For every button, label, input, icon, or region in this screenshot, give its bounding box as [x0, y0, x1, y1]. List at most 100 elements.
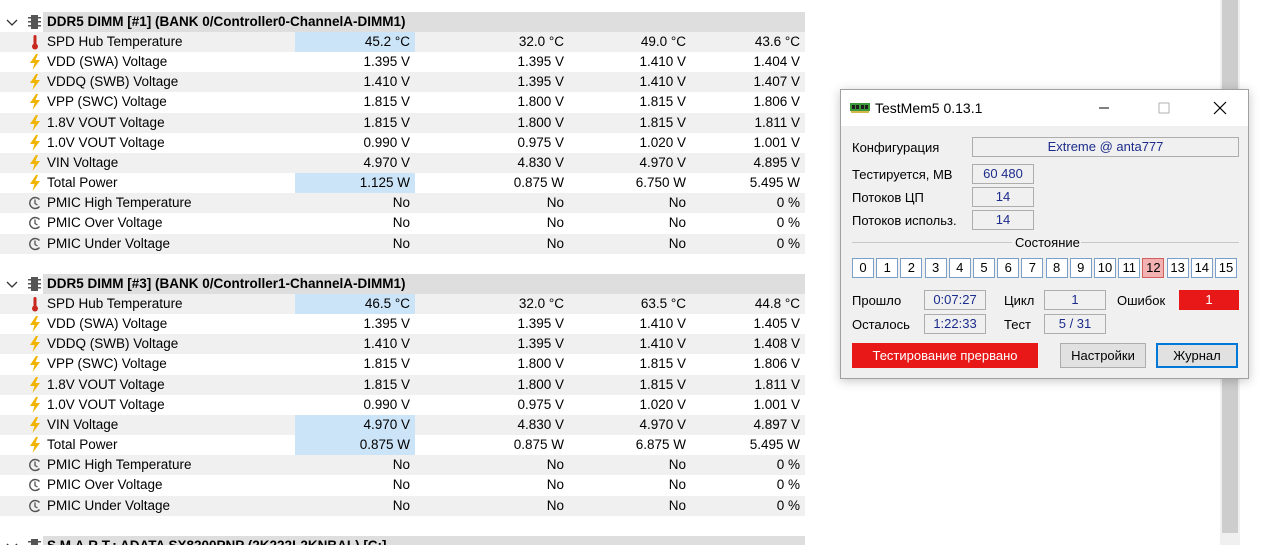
sensor-row[interactable]: Total Power 0.875 W 0.875 W 6.875 W 5.495 W [0, 435, 805, 456]
sensor-row[interactable]: PMIC High Temperature No No No 0 % [0, 193, 805, 214]
sensor-group-title: DDR5 DIMM [#3] (BANK 0/Controller1-Chann… [47, 276, 406, 291]
sensor-row[interactable]: PMIC Over Voltage No No No 0 % [0, 475, 805, 495]
test-cell: 12 [1142, 258, 1165, 278]
sensor-value: 0.975 V [517, 396, 564, 412]
sensor-row[interactable]: VDDQ (SWB) Voltage 1.410 V 1.395 V 1.410 V 1… [0, 72, 805, 93]
sensor-value: 1.800 V [517, 94, 564, 110]
lightning-icon [28, 316, 42, 333]
test-cell: 1 [876, 258, 899, 278]
memory-chip-icon [28, 15, 41, 29]
clock-icon [28, 195, 42, 211]
tested-mb-value: 60 480 [972, 164, 1034, 184]
sensor-value: 1.800 V [517, 356, 564, 372]
sensor-value: No [546, 215, 564, 231]
sensor-value: No [546, 497, 564, 513]
sensor-label: Total Power [47, 175, 118, 191]
sensor-value: No [546, 477, 564, 493]
test-value: 5 / 31 [1044, 314, 1106, 334]
sensor-group-header[interactable]: DDR5 DIMM [#1] (BANK 0/Controller0-Chann… [0, 12, 805, 32]
sensor-value: 44.8 °C [754, 296, 800, 311]
sensor-row[interactable]: VDD (SWA) Voltage 1.395 V 1.395 V 1.410 V 1.… [0, 314, 805, 334]
test-label: Тест [1004, 317, 1031, 332]
sensor-row[interactable]: 1.8V VOUT Voltage 1.815 V 1.800 V 1.815 V 1.… [0, 112, 805, 133]
sensor-value: 1.395 V [517, 54, 564, 70]
test-cell: 4 [948, 258, 971, 278]
errors-label: Ошибок [1117, 293, 1166, 308]
sensor-value: 1.815 V [363, 356, 410, 372]
test-cell: 8 [1045, 258, 1068, 278]
sensor-row[interactable]: SPD Hub Temperature 45.2 °C 32.0 °C 49.0 °C… [0, 32, 805, 52]
sensor-value: 1.806 V [753, 94, 800, 110]
maximize-icon [1158, 102, 1170, 114]
clock-icon [28, 236, 42, 252]
sensor-value: 0.990 V [363, 396, 410, 412]
test-cell: 3 [924, 258, 947, 278]
sensor-row[interactable]: SPD Hub Temperature 46.5 °C 32.0 °C 63.5 °C… [0, 294, 805, 314]
sensor-value: 4.895 V [753, 154, 800, 170]
sensor-label: PMIC High Temperature [47, 195, 192, 211]
lightning-icon [28, 175, 42, 192]
sensor-row[interactable]: VDD (SWA) Voltage 1.395 V 1.395 V 1.410 V 1.… [0, 52, 805, 72]
test-cell: 5 [973, 258, 995, 278]
sensor-value: 0.990 V [363, 134, 410, 150]
sensor-row[interactable]: PMIC Under Voltage No No No 0 % [0, 233, 805, 254]
sensor-group-header[interactable]: S.M.A.R.T.: ADATA SX8200PNP (2K222L2KNBA… [0, 536, 805, 545]
cycle-label: Цикл [1004, 293, 1035, 308]
sensor-value: 1.001 V [753, 396, 800, 412]
chevron-down-icon[interactable] [4, 14, 20, 30]
remaining-label: Осталось [852, 317, 910, 332]
sensor-value: 0.875 W [295, 435, 415, 456]
sensor-row[interactable]: VIN Voltage 4.970 V 4.830 V 4.970 V 4.895 V [0, 152, 805, 173]
thermometer-icon [28, 296, 42, 312]
sensor-value: 0 % [776, 235, 800, 251]
chevron-down-icon[interactable] [4, 276, 20, 292]
sensor-value: 5.495 W [749, 437, 800, 453]
sensor-value: 1.125 W [295, 173, 415, 194]
chevron-down-icon[interactable] [4, 538, 20, 545]
sensor-group-header[interactable]: DDR5 DIMM [#3] (BANK 0/Controller1-Chann… [0, 274, 805, 294]
settings-button[interactable]: Настройки [1060, 343, 1146, 368]
test-cell: 14 [1190, 258, 1213, 278]
remaining-value: 1:22:33 [924, 314, 986, 334]
sensor-value: 0.975 V [517, 134, 564, 150]
sensor-label: VIN Voltage [47, 416, 119, 432]
sensor-row[interactable]: VPP (SWC) Voltage 1.815 V 1.800 V 1.815 V 1.… [0, 354, 805, 374]
sensor-value: 1.815 V [639, 94, 686, 110]
sensor-row[interactable]: 1.0V VOUT Voltage 0.990 V 0.975 V 1.020 V 1.… [0, 395, 805, 415]
sensor-row[interactable]: PMIC Under Voltage No No No 0 % [0, 495, 805, 516]
sensor-label: PMIC High Temperature [47, 457, 192, 473]
memory-chip-icon [28, 539, 41, 545]
sensor-row[interactable]: 1.0V VOUT Voltage 0.990 V 0.975 V 1.020 V 1.… [0, 133, 805, 153]
minimize-button[interactable] [1081, 90, 1127, 126]
sensor-row[interactable]: PMIC Over Voltage No No No 0 % [0, 213, 805, 233]
sensor-row[interactable]: VIN Voltage 4.970 V 4.830 V 4.970 V 4.897 V [0, 414, 805, 435]
lightning-icon [28, 74, 42, 91]
sensor-value: 5.495 W [749, 175, 800, 191]
sensor-value: No [668, 195, 686, 211]
sensor-value: 1.395 V [363, 54, 410, 70]
sensor-label: PMIC Under Voltage [47, 235, 171, 251]
sensor-value: 1.410 V [639, 316, 686, 332]
sensor-value: 1.815 V [363, 114, 410, 130]
sensor-value: 0 % [776, 457, 800, 473]
test-cell: 0 [852, 258, 874, 278]
sensor-value: 0 % [776, 195, 800, 211]
sensor-row[interactable]: PMIC High Temperature No No No 0 % [0, 455, 805, 476]
maximize-button[interactable] [1141, 90, 1187, 126]
sensor-value: 1.408 V [753, 336, 800, 352]
hwinfo-sensor-panel: DDR5 DIMM [#1] (BANK 0/Controller0-Chann… [0, 0, 805, 545]
sensor-row[interactable]: VPP (SWC) Voltage 1.815 V 1.800 V 1.815 V 1.… [0, 92, 805, 112]
sensor-row[interactable]: Total Power 1.125 W 0.875 W 6.750 W 5.495 W [0, 173, 805, 194]
elapsed-value: 0:07:27 [924, 290, 986, 310]
sensor-row[interactable]: VDDQ (SWB) Voltage 1.410 V 1.395 V 1.410 V 1… [0, 334, 805, 355]
close-button[interactable] [1197, 90, 1243, 126]
sensor-row[interactable]: 1.8V VOUT Voltage 1.815 V 1.800 V 1.815 V 1.… [0, 374, 805, 395]
test-aborted-button[interactable]: Тестирование прервано [852, 343, 1038, 368]
sensor-label: 1.0V VOUT Voltage [47, 134, 165, 150]
testmem-body: Конфигурация Extreme @ anta777 Тестирует… [841, 126, 1248, 378]
test-cell: 7 [1021, 258, 1044, 278]
log-button[interactable]: Журнал [1156, 343, 1238, 368]
sensor-label: SPD Hub Temperature [47, 296, 183, 311]
title-bar[interactable]: TestMem5 0.13.1 [841, 90, 1248, 126]
cpu-threads-label: Потоков ЦП [852, 190, 924, 205]
